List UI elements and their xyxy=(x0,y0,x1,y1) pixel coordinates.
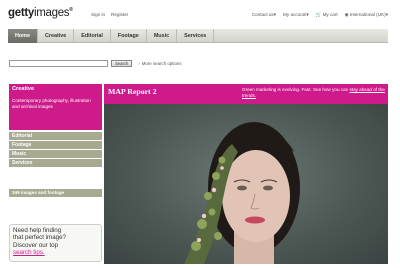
banner-text-body: Green marketing is evolving. Fast. See h… xyxy=(242,87,350,92)
sidebar-item-editorial[interactable]: Editorial xyxy=(9,132,102,140)
help-line-2: that perfect image? xyxy=(13,234,66,242)
help-panel: Need help finding that perfect image? Di… xyxy=(9,224,102,262)
main-nav: Home Creative Editorial Footage Music Se… xyxy=(8,29,388,43)
search-button[interactable]: Search xyxy=(111,59,133,67)
tab-footage[interactable]: Footage xyxy=(111,29,147,43)
cart-label: My cart xyxy=(322,12,338,17)
contact-label: Contact us xyxy=(251,12,274,17)
tab-home[interactable]: Home xyxy=(8,29,38,43)
top-bar: gettyimages® Sign in Register Contact us… xyxy=(0,0,400,26)
cart-link[interactable]: 🛒My cart xyxy=(316,12,338,18)
search-tips-link[interactable]: search tips. xyxy=(13,249,98,256)
tab-music[interactable]: Music xyxy=(147,29,178,43)
gettyimages-logo[interactable]: gettyimages® xyxy=(8,7,73,19)
chevron-down-icon: ▾ xyxy=(306,12,309,17)
logo-light-text: images xyxy=(33,7,70,19)
region-link[interactable]: ◉International (UK)▾ xyxy=(345,12,388,18)
creative-panel[interactable]: Creative Contemporary photography, illus… xyxy=(9,84,102,130)
cart-icon: 🛒 xyxy=(315,12,322,17)
region-label: International (UK) xyxy=(349,12,386,17)
auth-links: Sign in Register xyxy=(91,12,128,17)
creative-description: Contemporary photography, illustration a… xyxy=(12,98,91,109)
signin-link[interactable]: Sign in xyxy=(91,12,105,17)
chevron-down-icon: ▾ xyxy=(273,12,277,17)
help-line-1: Need help finding xyxy=(13,227,62,234)
more-search-options-link[interactable]: › More search options xyxy=(138,61,181,66)
register-link[interactable]: Register xyxy=(111,12,128,17)
help-line-3: Discover our top xyxy=(13,241,59,249)
more-search-options-label: More search options xyxy=(141,60,182,66)
account-links: Contact us▾ My account▾ 🛒My cart ◉Intern… xyxy=(252,12,388,18)
banner-text: Green marketing is evolving. Fast. See h… xyxy=(242,87,385,98)
sidebar-item-music[interactable]: Music xyxy=(9,150,102,158)
sidebar-item-services[interactable]: Services xyxy=(9,159,102,167)
banner-title: MAP Report 2 xyxy=(108,87,157,96)
tab-editorial[interactable]: Editorial xyxy=(74,29,111,43)
sidebar: Creative Contemporary photography, illus… xyxy=(9,84,102,264)
contact-link[interactable]: Contact us▾ xyxy=(252,12,276,18)
search-input[interactable] xyxy=(9,59,108,67)
globe-icon: ◉ xyxy=(344,12,349,17)
woman-with-plants-image xyxy=(184,122,300,264)
tab-services[interactable]: Services xyxy=(177,29,215,43)
creative-title: Creative xyxy=(12,86,35,92)
account-link[interactable]: My account▾ xyxy=(283,12,309,18)
hero-photo[interactable] xyxy=(104,104,388,264)
chevron-right-icon: › xyxy=(138,60,140,66)
tab-creative[interactable]: Creative xyxy=(38,29,75,43)
promo-banner[interactable]: MAP Report 2 Green marketing is evolving… xyxy=(104,84,388,104)
sidebar-item-footage[interactable]: Footage xyxy=(9,141,102,149)
image-count: 349 images and footage xyxy=(9,189,102,197)
chevron-down-icon: ▾ xyxy=(385,12,388,17)
account-label: My account xyxy=(283,12,307,17)
registered-mark: ® xyxy=(69,7,73,14)
search-row: Search › More search options xyxy=(9,59,182,67)
logo-bold-text: getty xyxy=(8,7,34,19)
